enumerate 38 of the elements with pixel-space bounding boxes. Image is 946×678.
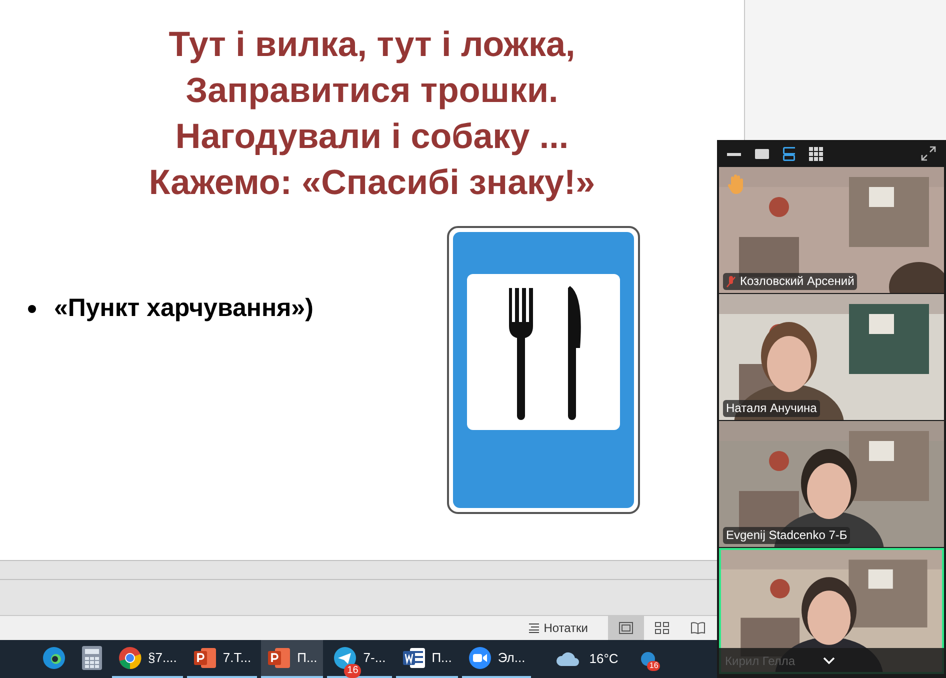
cloud-icon bbox=[555, 651, 582, 667]
document-app-icon bbox=[402, 647, 426, 669]
view-button[interactable] bbox=[608, 616, 644, 640]
presentation-app-icon bbox=[192, 647, 217, 669]
participant-label: Наталя Анучина bbox=[723, 400, 820, 417]
normal-view-icon bbox=[619, 622, 633, 634]
bullet-icon bbox=[28, 304, 36, 313]
participant-label: Козловский Арсений bbox=[723, 273, 858, 290]
slide-sorter-icon bbox=[655, 622, 669, 634]
minimize-icon[interactable] bbox=[727, 152, 741, 156]
bullet-text: «Пункт харчування») bbox=[54, 293, 314, 324]
browser-icon bbox=[118, 646, 142, 670]
gallery-view-icon[interactable] bbox=[809, 146, 823, 160]
taskbar-app[interactable]: 16 7-... bbox=[327, 640, 392, 678]
browser-icon bbox=[42, 646, 66, 670]
reading-view-icon bbox=[691, 622, 705, 634]
slide-title-line: Кажемо: «Спасибі знаку!» bbox=[148, 162, 596, 204]
notes-icon bbox=[528, 623, 540, 633]
notification-badge: 16 bbox=[344, 664, 362, 678]
speaker-view-icon[interactable] bbox=[755, 148, 769, 158]
fullscreen-icon[interactable] bbox=[921, 146, 936, 161]
taskbar-app[interactable]: §7.... bbox=[112, 640, 183, 678]
notification-badge: 16 bbox=[647, 661, 660, 671]
taskbar-app[interactable]: Эл... bbox=[462, 640, 532, 678]
participant-label: Evgenij Stadcenko 7-Б bbox=[723, 527, 850, 544]
calculator-icon bbox=[82, 646, 102, 670]
slide-title-line: Заправитися трошки. bbox=[186, 70, 558, 112]
slide-title-line: Нагодували і собаку ... bbox=[175, 116, 569, 158]
taskbar-app[interactable]: П... bbox=[261, 640, 324, 678]
taskbar-app[interactable]: 7.Т... bbox=[186, 640, 258, 678]
slide-title-line: Тут і вилка, тут і ложка, bbox=[168, 24, 576, 66]
chevron-down-icon[interactable] bbox=[823, 657, 835, 665]
strip-view-icon[interactable] bbox=[783, 146, 795, 160]
weather-temperature: 16°C bbox=[589, 650, 618, 668]
video-meeting-icon bbox=[468, 646, 492, 670]
notes-button[interactable]: Нотатки bbox=[520, 619, 596, 637]
taskbar-app[interactable]: П... bbox=[396, 640, 458, 678]
presentation-app-icon bbox=[267, 647, 292, 669]
